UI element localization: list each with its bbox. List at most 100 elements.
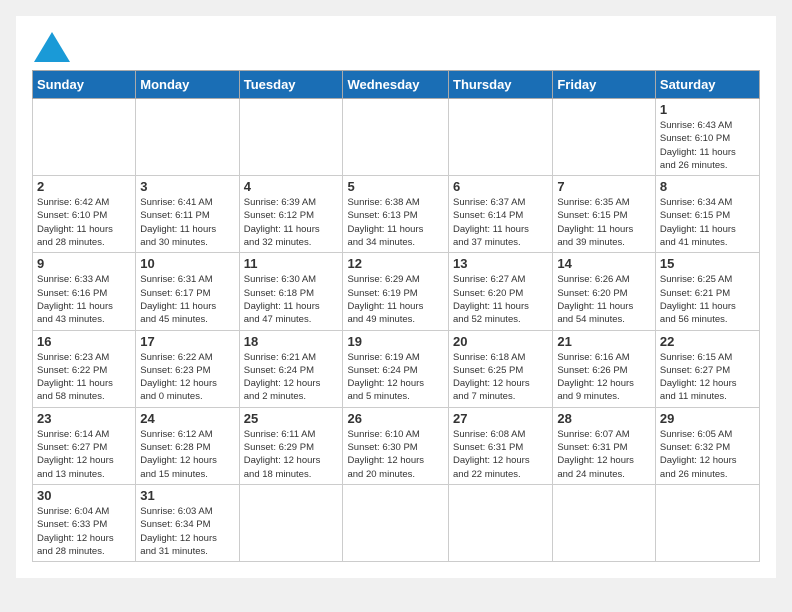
day-number: 9 [37,256,131,271]
day-info: Sunrise: 6:11 AM Sunset: 6:29 PM Dayligh… [244,428,339,481]
calendar-cell: 12Sunrise: 6:29 AM Sunset: 6:19 PM Dayli… [343,253,449,330]
day-info: Sunrise: 6:16 AM Sunset: 6:26 PM Dayligh… [557,351,651,404]
calendar-cell: 26 Sunrise: 6:10 AM Sunset: 6:30 PM Dayli… [343,407,449,484]
day-info: Sunrise: 6:41 AM Sunset: 6:11 PM Dayligh… [140,196,234,249]
calendar-cell: 8Sunrise: 6:34 AM Sunset: 6:15 PM Daylig… [655,176,759,253]
calendar-cell: 2 Sunrise: 6:42 AM Sunset: 6:10 PM Daylig… [33,176,136,253]
day-info: Sunrise: 6:19 AM Sunset: 6:24 PM Dayligh… [347,351,444,404]
day-info: Sunrise: 6:14 AM Sunset: 6:27 PM Dayligh… [37,428,131,481]
day-info: Sunrise: 6:43 AM Sunset: 6:10 PM Dayligh… [660,119,755,172]
calendar-cell [655,484,759,561]
week-row-5: 30Sunrise: 6:04 AM Sunset: 6:33 PM Dayli… [33,484,760,561]
header [32,32,760,62]
weekday-header-wednesday: Wednesday [343,71,449,99]
day-info: Sunrise: 6:07 AM Sunset: 6:31 PM Dayligh… [557,428,651,481]
day-number: 4 [244,179,339,194]
day-info: Sunrise: 6:27 AM Sunset: 6:20 PM Dayligh… [453,273,548,326]
day-number: 26 [347,411,444,426]
day-info: Sunrise: 6:31 AM Sunset: 6:17 PM Dayligh… [140,273,234,326]
day-info: Sunrise: 6:33 AM Sunset: 6:16 PM Dayligh… [37,273,131,326]
calendar-cell [449,99,553,176]
logo-icon [34,32,70,62]
calendar-cell: 30Sunrise: 6:04 AM Sunset: 6:33 PM Dayli… [33,484,136,561]
calendar-cell: 13Sunrise: 6:27 AM Sunset: 6:20 PM Dayli… [449,253,553,330]
day-number: 6 [453,179,548,194]
day-info: Sunrise: 6:23 AM Sunset: 6:22 PM Dayligh… [37,351,131,404]
day-number: 1 [660,102,755,117]
week-row-0: 1 Sunrise: 6:43 AM Sunset: 6:10 PM Daylig… [33,99,760,176]
day-number: 21 [557,334,651,349]
day-info: Sunrise: 6:12 AM Sunset: 6:28 PM Dayligh… [140,428,234,481]
calendar-cell [136,99,239,176]
weekday-header-tuesday: Tuesday [239,71,343,99]
day-info: Sunrise: 6:25 AM Sunset: 6:21 PM Dayligh… [660,273,755,326]
day-info: Sunrise: 6:15 AM Sunset: 6:27 PM Dayligh… [660,351,755,404]
day-number: 31 [140,488,234,503]
day-info: Sunrise: 6:05 AM Sunset: 6:32 PM Dayligh… [660,428,755,481]
day-number: 8 [660,179,755,194]
day-info: Sunrise: 6:21 AM Sunset: 6:24 PM Dayligh… [244,351,339,404]
day-info: Sunrise: 6:42 AM Sunset: 6:10 PM Dayligh… [37,196,131,249]
calendar-cell: 17 Sunrise: 6:22 AM Sunset: 6:23 PM Dayli… [136,330,239,407]
weekday-header-sunday: Sunday [33,71,136,99]
weekday-header-monday: Monday [136,71,239,99]
calendar-cell: 16 Sunrise: 6:23 AM Sunset: 6:22 PM Dayli… [33,330,136,407]
calendar-cell: 11 Sunrise: 6:30 AM Sunset: 6:18 PM Dayli… [239,253,343,330]
day-number: 25 [244,411,339,426]
calendar-cell [553,99,656,176]
day-number: 24 [140,411,234,426]
calendar-page: SundayMondayTuesdayWednesdayThursdayFrid… [16,16,776,578]
calendar-cell: 10Sunrise: 6:31 AM Sunset: 6:17 PM Dayli… [136,253,239,330]
calendar-cell [343,99,449,176]
calendar-table: SundayMondayTuesdayWednesdayThursdayFrid… [32,70,760,562]
weekday-header-thursday: Thursday [449,71,553,99]
calendar-cell: 18Sunrise: 6:21 AM Sunset: 6:24 PM Dayli… [239,330,343,407]
week-row-2: 9 Sunrise: 6:33 AM Sunset: 6:16 PM Daylig… [33,253,760,330]
calendar-cell: 6 Sunrise: 6:37 AM Sunset: 6:14 PM Daylig… [449,176,553,253]
day-number: 28 [557,411,651,426]
day-info: Sunrise: 6:35 AM Sunset: 6:15 PM Dayligh… [557,196,651,249]
logo [32,32,70,62]
week-row-4: 23Sunrise: 6:14 AM Sunset: 6:27 PM Dayli… [33,407,760,484]
day-number: 3 [140,179,234,194]
calendar-cell: 31 Sunrise: 6:03 AM Sunset: 6:34 PM Dayli… [136,484,239,561]
day-number: 17 [140,334,234,349]
day-number: 11 [244,256,339,271]
day-info: Sunrise: 6:30 AM Sunset: 6:18 PM Dayligh… [244,273,339,326]
week-row-1: 2 Sunrise: 6:42 AM Sunset: 6:10 PM Daylig… [33,176,760,253]
calendar-cell: 5Sunrise: 6:38 AM Sunset: 6:13 PM Daylig… [343,176,449,253]
calendar-cell [33,99,136,176]
day-number: 29 [660,411,755,426]
calendar-cell [343,484,449,561]
weekday-header-saturday: Saturday [655,71,759,99]
calendar-cell: 19Sunrise: 6:19 AM Sunset: 6:24 PM Dayli… [343,330,449,407]
calendar-cell: 20Sunrise: 6:18 AM Sunset: 6:25 PM Dayli… [449,330,553,407]
calendar-cell [449,484,553,561]
day-number: 22 [660,334,755,349]
weekday-header-row: SundayMondayTuesdayWednesdayThursdayFrid… [33,71,760,99]
calendar-cell: 4 Sunrise: 6:39 AM Sunset: 6:12 PM Daylig… [239,176,343,253]
day-number: 2 [37,179,131,194]
day-info: Sunrise: 6:22 AM Sunset: 6:23 PM Dayligh… [140,351,234,404]
day-number: 15 [660,256,755,271]
calendar-cell: 21 Sunrise: 6:16 AM Sunset: 6:26 PM Dayli… [553,330,656,407]
day-info: Sunrise: 6:39 AM Sunset: 6:12 PM Dayligh… [244,196,339,249]
day-info: Sunrise: 6:03 AM Sunset: 6:34 PM Dayligh… [140,505,234,558]
day-number: 27 [453,411,548,426]
day-number: 7 [557,179,651,194]
calendar-cell [239,484,343,561]
day-number: 16 [37,334,131,349]
calendar-cell: 9 Sunrise: 6:33 AM Sunset: 6:16 PM Daylig… [33,253,136,330]
calendar-cell [553,484,656,561]
day-info: Sunrise: 6:37 AM Sunset: 6:14 PM Dayligh… [453,196,548,249]
weekday-header-friday: Friday [553,71,656,99]
day-info: Sunrise: 6:38 AM Sunset: 6:13 PM Dayligh… [347,196,444,249]
week-row-3: 16 Sunrise: 6:23 AM Sunset: 6:22 PM Dayli… [33,330,760,407]
day-info: Sunrise: 6:10 AM Sunset: 6:30 PM Dayligh… [347,428,444,481]
day-info: Sunrise: 6:08 AM Sunset: 6:31 PM Dayligh… [453,428,548,481]
day-info: Sunrise: 6:26 AM Sunset: 6:20 PM Dayligh… [557,273,651,326]
calendar-cell: 1 Sunrise: 6:43 AM Sunset: 6:10 PM Daylig… [655,99,759,176]
calendar-cell: 27 Sunrise: 6:08 AM Sunset: 6:31 PM Dayli… [449,407,553,484]
calendar-cell: 25 Sunrise: 6:11 AM Sunset: 6:29 PM Dayli… [239,407,343,484]
calendar-cell: 15 Sunrise: 6:25 AM Sunset: 6:21 PM Dayli… [655,253,759,330]
